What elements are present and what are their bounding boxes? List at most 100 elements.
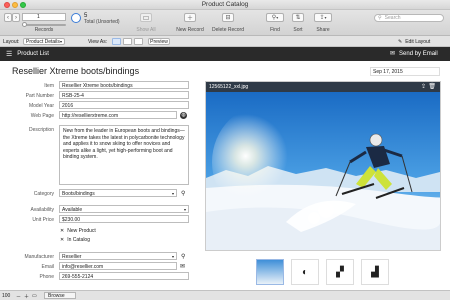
email-label: Email <box>41 264 54 270</box>
part-number-field[interactable]: RSB-25-4 <box>59 91 189 99</box>
delete-record-label: Delete Record <box>212 27 244 33</box>
sort-label: Sort <box>293 27 303 33</box>
sort-icon: ⇅ <box>295 15 301 21</box>
boots-icon: ▞ <box>336 266 344 278</box>
search-placeholder: Search <box>384 15 401 21</box>
sort-button[interactable]: ⇅ <box>292 13 304 22</box>
thumbnail-skier[interactable] <box>256 259 284 285</box>
product-image-container: 12565122_xxl.jpg ⇪ 🗑 <box>205 81 441 251</box>
skier-image <box>206 92 440 250</box>
chevron-down-icon: ▾ <box>171 191 174 196</box>
pencil-icon: ✎ <box>398 38 403 45</box>
status-bar: 100 － ＋ ▭ Browse <box>0 290 450 300</box>
record-number-field[interactable]: 1 <box>22 13 66 21</box>
new-record-label: New Record <box>176 27 204 33</box>
record-number-value: 1 <box>37 14 40 20</box>
goggles-icon: ◐ <box>301 266 309 278</box>
manufacturer-label: Manufacturer <box>24 254 54 260</box>
checkmark-x-icon: ✕ <box>60 228 65 234</box>
window-title: Product Catalog <box>201 1 249 8</box>
availability-label: Availability <box>30 207 54 213</box>
phone-field[interactable]: 269-555-2124 <box>59 272 189 280</box>
zoom-in-icon[interactable]: ＋ <box>24 293 29 300</box>
phone-label: Phone <box>39 274 54 280</box>
new-record-icon: ＋ <box>186 16 193 22</box>
send-by-email-label: Send by Email <box>399 50 438 57</box>
share-button[interactable]: ⇪ ▾ <box>314 13 332 22</box>
title-bar: Product Catalog <box>0 0 450 10</box>
mode-select[interactable]: Browse <box>44 292 76 299</box>
record-content: Resellier Xtreme boots/bindings Sep 17, … <box>0 61 450 290</box>
find-button[interactable]: ⚲ ▾ <box>266 13 284 22</box>
thumbnail-goggles[interactable]: ◐ <box>291 259 319 285</box>
record-slider[interactable] <box>22 22 66 27</box>
list-view-icon[interactable] <box>123 38 132 45</box>
category-value: Boots/bindings <box>62 191 95 197</box>
email-field[interactable]: info@resellier.com <box>59 262 177 270</box>
layout-label: Layout: <box>3 39 20 45</box>
previous-record-button[interactable]: ‹ <box>4 13 12 22</box>
list-icon: ☰ <box>6 51 13 58</box>
chevron-down-icon: ▾ <box>59 39 62 44</box>
found-set-pie-icon <box>71 13 81 23</box>
availability-select[interactable]: Available ▾ <box>59 205 189 213</box>
zoom-level[interactable]: 100 <box>2 293 10 299</box>
chevron-down-icon: ▾ <box>171 254 174 259</box>
in-catalog-label: In Catalog <box>67 237 90 243</box>
web-page-field[interactable]: http://resellierxtreme.com <box>59 111 177 119</box>
manufacturer-search-icon[interactable]: ⚲ <box>181 253 185 260</box>
preview-label: Preview <box>150 38 168 45</box>
show-all-button[interactable] <box>140 13 152 22</box>
new-product-checkbox[interactable]: ✕ New Product <box>60 228 96 234</box>
layout-select-value: Product Details <box>26 38 60 45</box>
preview-button[interactable]: Preview <box>148 38 170 45</box>
in-catalog-checkbox[interactable]: ✕ In Catalog <box>60 237 90 243</box>
show-all-label: Show All <box>136 27 156 33</box>
layout-select[interactable]: Product Details ▾ <box>23 38 65 45</box>
date-field[interactable]: Sep 17, 2015 <box>370 67 440 76</box>
edit-layout-button[interactable]: ✎ Edit Layout <box>398 38 446 45</box>
model-year-field[interactable]: 2016 <box>59 101 189 109</box>
search-input[interactable]: ⚲ Search <box>374 14 444 22</box>
zoom-out-icon[interactable]: － <box>16 293 21 300</box>
category-select[interactable]: Boots/bindings ▾ <box>59 189 177 197</box>
trash-icon[interactable]: 🗑 <box>428 83 436 90</box>
delete-record-icon: ⊟ <box>225 15 231 21</box>
email-icon[interactable]: ✉ <box>180 263 185 270</box>
description-label: Description <box>28 127 54 133</box>
toolbar: ‹ › 1 Records 5 Total (Unsorted) Show Al… <box>0 10 450 36</box>
form-view-icon[interactable] <box>112 38 121 45</box>
image-filename: 12565122_xxl.jpg <box>209 84 249 90</box>
show-all-icon <box>143 16 149 20</box>
availability-value: Available <box>62 207 83 213</box>
next-record-button[interactable]: › <box>12 13 20 22</box>
unit-price-field[interactable]: $230.00 <box>59 215 189 223</box>
view-as-label: View As: <box>88 39 108 45</box>
thumbnail-boots[interactable]: ▞ <box>326 259 354 285</box>
share-label: Share <box>316 27 330 33</box>
part-number-label: Part Number <box>25 93 54 99</box>
send-by-email-button[interactable]: ✉ Send by Email <box>390 50 438 58</box>
thumbnail-boot[interactable]: ▟ <box>361 259 389 285</box>
item-field[interactable]: Resellier Xtreme boots/bindings <box>59 81 189 89</box>
status-area-toggle-icon[interactable]: ▭ <box>32 293 37 299</box>
web-page-label: Web Page <box>30 113 54 119</box>
description-field[interactable]: New from the leader in European boots an… <box>59 125 189 185</box>
globe-icon[interactable]: ◍ <box>180 112 187 119</box>
image-header: 12565122_xxl.jpg ⇪ 🗑 <box>206 82 440 92</box>
new-record-button[interactable]: ＋ <box>184 13 196 22</box>
export-icon[interactable]: ⇪ <box>421 83 426 90</box>
manufacturer-value: Resellier <box>62 254 82 260</box>
product-list-button[interactable]: ☰ Product List <box>6 50 49 58</box>
manufacturer-select[interactable]: Resellier ▾ <box>59 252 177 260</box>
category-search-icon[interactable]: ⚲ <box>181 190 185 197</box>
table-view-icon[interactable] <box>134 38 143 45</box>
total-label: Total (Unsorted) <box>84 19 120 25</box>
delete-record-button[interactable]: ⊟ <box>222 13 234 22</box>
edit-layout-label: Edit Layout <box>405 38 431 45</box>
product-list-label: Product List <box>17 51 49 57</box>
chevron-down-icon: ▾ <box>324 15 327 20</box>
find-label: Find <box>270 27 280 33</box>
chevron-down-icon: ▾ <box>276 15 279 20</box>
chevron-left-icon: ‹ <box>7 14 9 21</box>
